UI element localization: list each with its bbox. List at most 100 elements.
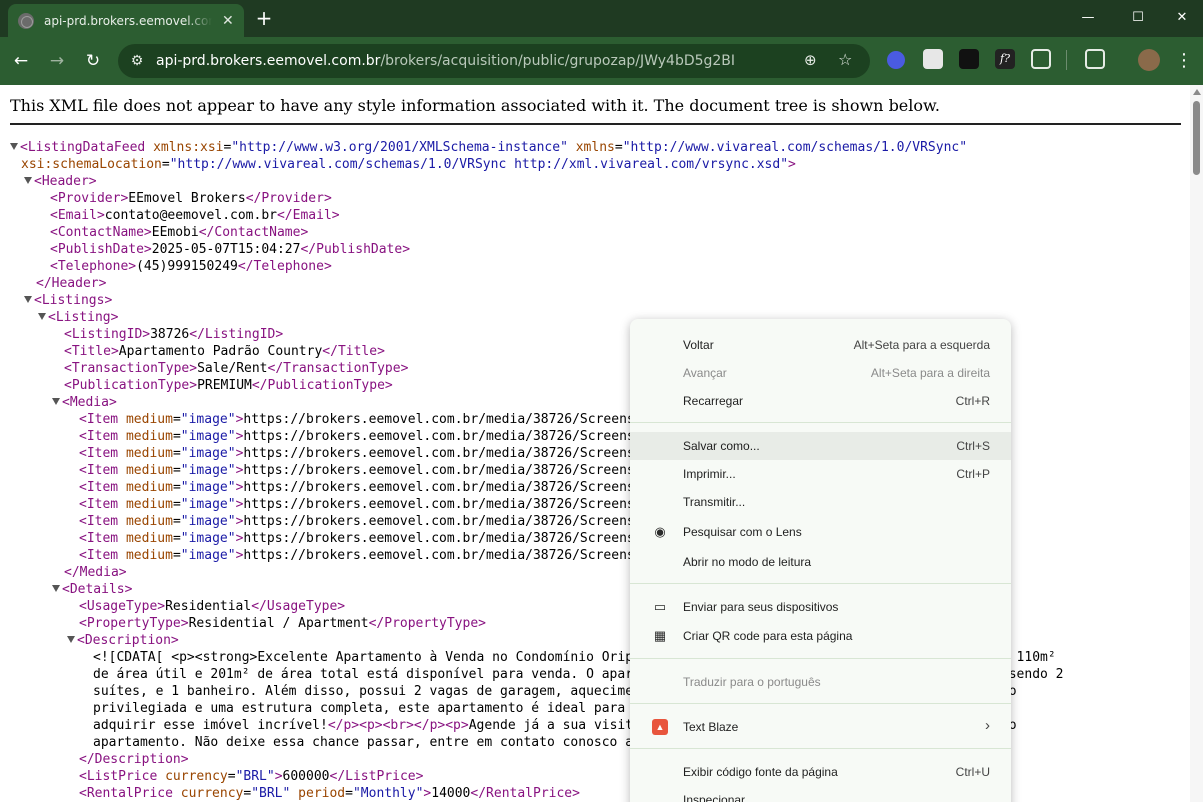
scroll-up-arrow-icon[interactable] (1193, 89, 1201, 95)
back-button[interactable]: ← (7, 47, 35, 75)
extension-fx-icon[interactable]: f? (995, 49, 1015, 69)
xml-line: <Provider>EEmovel Brokers</Provider> (50, 191, 332, 206)
menu-item-modo-leitura[interactable]: Abrir no modo de leitura (630, 548, 1011, 576)
collapse-triangle-icon[interactable] (38, 313, 46, 320)
maximize-button[interactable]: ☐ (1115, 0, 1161, 36)
minimize-button[interactable]: — (1065, 0, 1111, 36)
menu-item-salvar-como[interactable]: Salvar como... Ctrl+S (630, 432, 1011, 460)
xml-line: <Item medium="image">https://brokers.eem… (79, 514, 635, 529)
menu-separator (630, 583, 1011, 584)
menu-item-lens[interactable]: ◉ Pesquisar com o Lens (630, 518, 1011, 546)
globe-icon (18, 12, 34, 29)
xml-line: <Description> (67, 632, 179, 649)
collapse-triangle-icon[interactable] (24, 296, 32, 303)
xml-line: <Item medium="image">https://brokers.eem… (79, 531, 635, 546)
menu-item-avancar[interactable]: Avançar Alt+Seta para a direita (630, 359, 1011, 387)
profile-avatar[interactable] (1138, 49, 1160, 71)
menu-item-traduzir[interactable]: Traduzir para o português (630, 668, 1011, 696)
menu-item-text-blaze[interactable]: ▲ Text Blaze › (630, 713, 1011, 741)
xml-line: <Item medium="image">https://brokers.eem… (79, 497, 635, 512)
xml-line: <Item medium="image">https://brokers.eem… (79, 446, 635, 461)
xml-line: <Title>Apartamento Padrão Country</Title… (64, 344, 385, 359)
tab-strip: api-prd.brokers.eemovel.com.br/brokers/a… (0, 0, 1203, 37)
browser-tab[interactable]: api-prd.brokers.eemovel.com.br/brokers/a… (8, 4, 244, 37)
menu-separator (630, 748, 1011, 749)
xml-line: <PublishDate>2025-05-07T15:04:27</Publis… (50, 242, 411, 257)
xml-line: <Header> (24, 173, 97, 190)
media-search-icon[interactable] (1085, 49, 1105, 69)
collapse-triangle-icon[interactable] (10, 143, 18, 150)
url-host: api-prd.brokers.eemovel.com.br (156, 53, 381, 69)
xml-line: <ListingDataFeed xmlns:xsi="http://www.w… (10, 139, 967, 156)
xml-line: apartamento. Não deixe essa chance passa… (93, 735, 634, 750)
menu-item-imprimir[interactable]: Imprimir... Ctrl+P (630, 460, 1011, 488)
xml-line: xsi:schemaLocation="http://www.vivareal.… (21, 157, 796, 172)
scrollbar-thumb[interactable] (1193, 101, 1200, 175)
xml-line: <ContactName>EEmobi</ContactName> (50, 225, 309, 240)
xml-line: <ListPrice currency="BRL">600000</ListPr… (79, 769, 424, 784)
menu-item-codigo-fonte[interactable]: Exibir código fonte da página Ctrl+U (630, 758, 1011, 786)
extension-dark-icon[interactable] (959, 49, 979, 69)
menu-item-qr-code[interactable]: ▦ Criar QR code para esta página (630, 622, 1011, 650)
forward-button[interactable]: → (43, 47, 71, 75)
xml-line: <ListingID>38726</ListingID> (64, 327, 284, 342)
text-blaze-icon: ▲ (652, 719, 668, 735)
collapse-triangle-icon[interactable] (52, 585, 60, 592)
xml-line: </Header> (36, 276, 107, 291)
menu-item-voltar[interactable]: Voltar Alt+Seta para a esquerda (630, 331, 1011, 359)
xml-line: <Listings> (24, 292, 112, 309)
browser-toolbar: ← → ↻ ⚙ api-prd.brokers.eemovel.com.br/b… (0, 37, 1203, 85)
url-text[interactable]: api-prd.brokers.eemovel.com.br/brokers/a… (156, 52, 735, 70)
lens-icon: ◉ (654, 524, 666, 539)
xml-line: <Item medium="image">https://brokers.eem… (79, 429, 635, 444)
xml-line: <PropertyType>Residential / Apartment</P… (79, 616, 486, 631)
context-menu: Voltar Alt+Seta para a esquerda Avançar … (630, 319, 1011, 802)
window-close-button[interactable]: ✕ (1159, 0, 1203, 36)
extension-gear-icon[interactable] (887, 51, 905, 69)
xml-info-banner: This XML file does not appear to have an… (10, 96, 940, 115)
xml-line: <Item medium="image">https://brokers.eem… (79, 480, 635, 495)
collapse-triangle-icon[interactable] (24, 177, 32, 184)
devices-icon: ▭ (653, 599, 667, 614)
xml-line: <Item medium="image">https://brokers.eem… (79, 412, 635, 427)
xml-line: <Item medium="image">https://brokers.eem… (79, 463, 635, 478)
reload-button[interactable]: ↻ (79, 47, 107, 75)
browser-menu-button[interactable]: ⋮ (1170, 47, 1198, 75)
menu-item-enviar-dispositivos[interactable]: ▭ Enviar para seus dispositivos (630, 593, 1011, 621)
menu-separator (630, 703, 1011, 704)
xml-line: <Media> (52, 394, 117, 411)
xml-line: <Listing> (38, 309, 118, 326)
menu-separator (630, 422, 1011, 423)
xml-line: <Email>contato@eemovel.com.br</Email> (50, 208, 340, 223)
xml-line: <PublicationType>PREMIUM</PublicationTyp… (64, 378, 393, 393)
tab-title: api-prd.brokers.eemovel.com.br/brokers/a… (44, 13, 212, 28)
menu-item-recarregar[interactable]: Recarregar Ctrl+R (630, 387, 1011, 415)
collapse-triangle-icon[interactable] (52, 398, 60, 405)
extension-image-icon[interactable] (923, 49, 943, 69)
xml-line: </Description> (79, 752, 189, 767)
extensions-puzzle-icon[interactable] (1031, 49, 1051, 69)
address-bar[interactable]: ⚙ api-prd.brokers.eemovel.com.br/brokers… (118, 44, 870, 78)
zoom-icon[interactable]: ⊕ (804, 51, 817, 69)
xml-line: <UsageType>Residential</UsageType> (79, 599, 346, 614)
chevron-right-icon: › (985, 717, 990, 734)
menu-item-inspecionar[interactable]: Inspecionar (630, 786, 1011, 802)
menu-item-transmitir[interactable]: Transmitir... (630, 488, 1011, 516)
site-info-icon[interactable]: ⚙ (128, 52, 146, 70)
collapse-triangle-icon[interactable] (67, 636, 75, 643)
xml-line: <Details> (52, 581, 132, 598)
xml-line: </Media> (64, 565, 127, 580)
qr-code-icon: ▦ (653, 628, 667, 643)
toolbar-divider (1066, 50, 1067, 70)
vertical-scrollbar[interactable] (1190, 85, 1203, 802)
bookmark-star-icon[interactable]: ☆ (838, 50, 852, 69)
xml-line: <Item medium="image">https://brokers.eem… (79, 548, 635, 563)
xml-line: <Telephone>(45)999150249</Telephone> (50, 259, 332, 274)
new-tab-button[interactable]: + (252, 4, 276, 32)
tab-close-icon[interactable]: ✕ (222, 13, 234, 29)
url-path: /brokers/acquisition/public/grupozap/JWy… (380, 53, 736, 69)
xml-line: <RentalPrice currency="BRL" period="Mont… (79, 786, 580, 801)
banner-divider (10, 123, 1181, 125)
xml-line: <TransactionType>Sale/Rent</TransactionT… (64, 361, 409, 376)
menu-separator (630, 658, 1011, 659)
